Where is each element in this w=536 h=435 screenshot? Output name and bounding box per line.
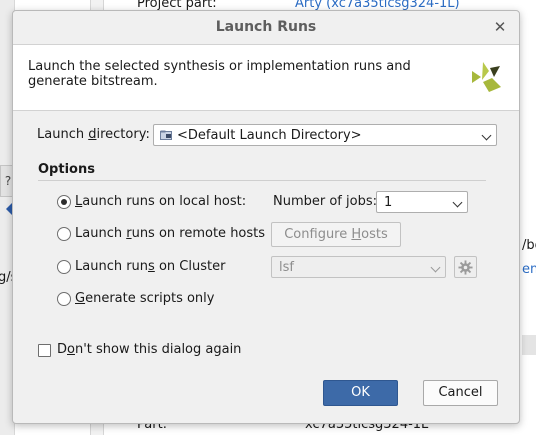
background-fragment-right-2[interactable]: end bbox=[522, 262, 536, 277]
number-of-jobs-label: Number of jobs: bbox=[273, 194, 377, 209]
number-of-jobs-value: 1 bbox=[384, 195, 393, 210]
remote-hosts-label[interactable]: Launch runs on remote hosts bbox=[75, 226, 265, 241]
launch-runs-dialog: Launch Runs ✕ Launch the selected synthe… bbox=[12, 10, 520, 424]
configure-hosts-button[interactable]: Configure Hosts bbox=[271, 222, 401, 247]
dont-show-checkbox[interactable] bbox=[38, 344, 51, 357]
local-host-radio[interactable] bbox=[57, 195, 71, 209]
generate-scripts-label[interactable]: Generate scripts only bbox=[75, 291, 214, 306]
dialog-titlebar[interactable]: Launch Runs ✕ bbox=[13, 11, 519, 45]
cancel-button[interactable]: Cancel bbox=[423, 380, 498, 406]
options-divider bbox=[38, 180, 486, 181]
options-section-title: Options bbox=[38, 162, 95, 177]
number-of-jobs-select[interactable]: 1 bbox=[376, 191, 468, 213]
chevron-down-icon[interactable] bbox=[430, 262, 441, 273]
remote-hosts-radio[interactable] bbox=[57, 227, 71, 241]
cluster-select[interactable]: lsf bbox=[271, 256, 446, 278]
cluster-value: lsf bbox=[279, 260, 294, 275]
background-fragment-right-1: /bo bbox=[522, 238, 536, 253]
vivado-logo-icon bbox=[472, 62, 501, 92]
dont-show-label[interactable]: Don't show this dialog again bbox=[57, 342, 241, 357]
ok-button[interactable]: OK bbox=[323, 380, 398, 406]
launch-directory-select[interactable]: <Default Launch Directory> bbox=[153, 124, 497, 146]
folder-icon bbox=[160, 130, 172, 140]
background-shaded-row bbox=[522, 335, 536, 355]
cluster-settings-button[interactable] bbox=[454, 256, 477, 278]
launch-directory-label: Launch directory: bbox=[37, 127, 150, 142]
dialog-description: Launch the selected synthesis or impleme… bbox=[28, 59, 411, 89]
local-host-label[interactable]: Launch runs on local host: bbox=[75, 194, 246, 209]
gear-icon bbox=[458, 260, 473, 275]
generate-scripts-radio[interactable] bbox=[57, 292, 71, 306]
chevron-down-icon[interactable] bbox=[481, 130, 492, 141]
cluster-radio[interactable] bbox=[57, 260, 71, 274]
launch-directory-value: <Default Launch Directory> bbox=[177, 128, 362, 143]
chevron-down-icon[interactable] bbox=[452, 197, 463, 208]
dialog-title: Launch Runs bbox=[215, 19, 317, 35]
cluster-label[interactable]: Launch runs on Cluster bbox=[75, 259, 225, 274]
close-icon[interactable]: ✕ bbox=[492, 19, 508, 35]
dialog-header: Launch the selected synthesis or impleme… bbox=[13, 45, 519, 111]
